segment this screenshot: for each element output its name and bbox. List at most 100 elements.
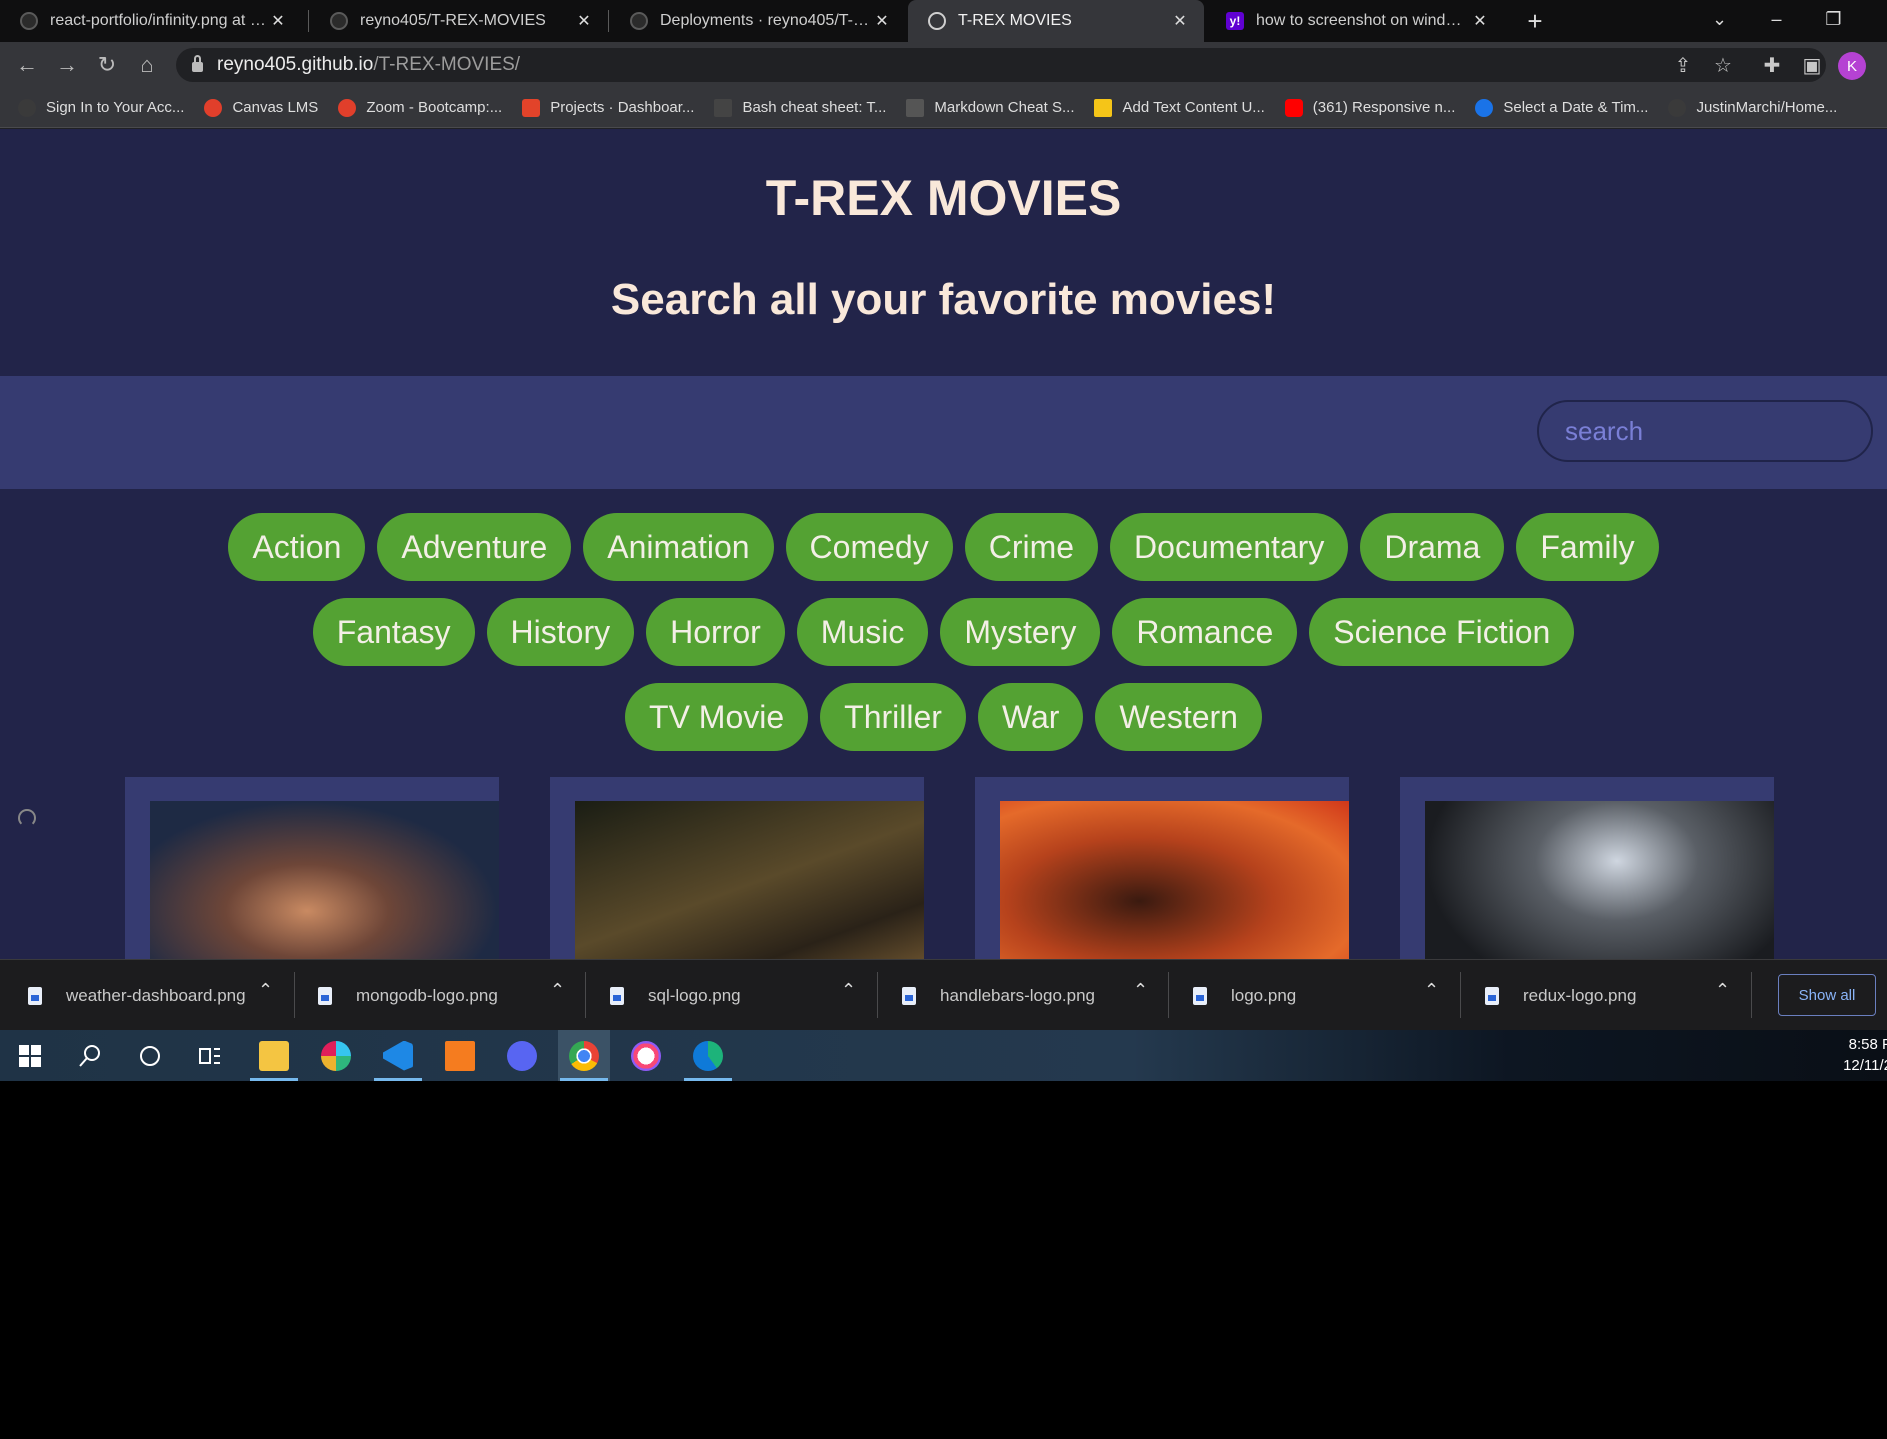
task-view-icon[interactable] xyxy=(184,1030,236,1081)
chevron-up-icon[interactable]: ⌃ xyxy=(1133,980,1148,1001)
restore-button[interactable]: ❐ xyxy=(1805,0,1862,38)
download-item[interactable]: sql-logo.png xyxy=(610,960,741,1031)
tab-title: react-portfolio/infinity.png at ma xyxy=(50,12,268,29)
forward-button[interactable]: → xyxy=(52,50,82,80)
genre-button-fantasy[interactable]: Fantasy xyxy=(312,598,475,666)
movie-poster[interactable] xyxy=(575,801,924,959)
chrome-icon[interactable] xyxy=(558,1030,610,1081)
windows-taskbar: 8:58 P 12/11/2 xyxy=(0,1030,1887,1081)
minimize-button[interactable]: – xyxy=(1748,0,1805,38)
movie-card[interactable] xyxy=(550,777,924,959)
bookmark-zoom[interactable]: Zoom - Bootcamp:... xyxy=(338,98,502,117)
file-explorer-icon[interactable] xyxy=(248,1030,300,1081)
bookmark-text-content[interactable]: Add Text Content U... xyxy=(1094,98,1265,117)
cortana-icon[interactable] xyxy=(124,1030,176,1081)
genre-button-comedy[interactable]: Comedy xyxy=(785,513,953,581)
chevron-up-icon[interactable]: ⌃ xyxy=(841,980,856,1001)
genre-button-science-fiction[interactable]: Science Fiction xyxy=(1309,598,1575,666)
download-separator xyxy=(294,972,295,1018)
tab-trex-repo[interactable]: reyno405/T-REX-MOVIES ✕ xyxy=(310,0,608,42)
genre-button-romance[interactable]: Romance xyxy=(1112,598,1298,666)
genre-button-documentary[interactable]: Documentary xyxy=(1110,513,1349,581)
search-input[interactable] xyxy=(1537,400,1873,462)
close-icon[interactable]: ✕ xyxy=(574,11,594,31)
bookmark-bash[interactable]: Bash cheat sheet: T... xyxy=(714,98,886,117)
genre-button-war[interactable]: War xyxy=(977,683,1084,751)
reload-button[interactable]: ↻ xyxy=(92,50,122,80)
download-item[interactable]: redux-logo.png xyxy=(1485,960,1636,1031)
close-icon[interactable]: ✕ xyxy=(1470,11,1490,31)
bookmark-sign-in[interactable]: Sign In to Your Acc... xyxy=(18,98,184,117)
back-button[interactable]: ← xyxy=(12,50,42,80)
download-item[interactable]: logo.png xyxy=(1193,960,1296,1031)
tab-search-button[interactable]: ⌄ xyxy=(1691,0,1748,38)
extensions-icon[interactable]: ✚ xyxy=(1757,50,1787,80)
lock-icon[interactable] xyxy=(192,55,203,72)
movie-poster[interactable] xyxy=(150,801,499,959)
genre-button-music[interactable]: Music xyxy=(796,598,929,666)
system-clock[interactable]: 8:58 P 12/11/2 xyxy=(1832,1034,1887,1076)
home-button[interactable]: ⌂ xyxy=(132,50,162,80)
download-filename: logo.png xyxy=(1231,985,1297,1005)
bookmark-label: Canvas LMS xyxy=(232,99,319,116)
bookmark-label: Add Text Content U... xyxy=(1122,99,1265,116)
close-icon[interactable]: ✕ xyxy=(268,11,288,31)
bookmark-label: Select a Date & Tim... xyxy=(1503,99,1649,116)
tab-deployments[interactable]: Deployments · reyno405/T-REX-M ✕ xyxy=(610,0,906,42)
profile-avatar[interactable]: K xyxy=(1838,52,1866,80)
address-bar[interactable]: reyno405.github.io/T-REX-MOVIES/ xyxy=(176,48,1826,82)
vscode-icon[interactable] xyxy=(372,1030,424,1081)
bookmark-calendly[interactable]: Select a Date & Tim... xyxy=(1475,98,1649,117)
genre-button-crime[interactable]: Crime xyxy=(964,513,1099,581)
chevron-up-icon[interactable]: ⌃ xyxy=(258,980,273,1001)
tab-yahoo-search[interactable]: y! how to screenshot on windows - ✕ xyxy=(1206,0,1504,42)
genre-button-horror[interactable]: Horror xyxy=(646,598,785,666)
genre-button-animation[interactable]: Animation xyxy=(583,513,774,581)
movie-card[interactable] xyxy=(125,777,499,959)
clock-date: 12/11/2 xyxy=(1843,1057,1887,1074)
chevron-up-icon[interactable]: ⌃ xyxy=(1715,980,1730,1001)
side-panel-icon[interactable]: ▣ xyxy=(1797,50,1827,80)
bookmark-canvas[interactable]: Canvas LMS xyxy=(204,98,319,117)
genre-button-adventure[interactable]: Adventure xyxy=(377,513,572,581)
new-tab-button[interactable]: + xyxy=(1518,4,1552,38)
genre-button-history[interactable]: History xyxy=(486,598,635,666)
movie-poster[interactable] xyxy=(1425,801,1774,959)
show-all-downloads-button[interactable]: Show all xyxy=(1778,974,1876,1016)
tab-trex-movies[interactable]: T-REX MOVIES ✕ xyxy=(908,0,1204,42)
itunes-icon[interactable] xyxy=(620,1030,672,1081)
tab-title: Deployments · reyno405/T-REX-M xyxy=(660,12,872,29)
search-icon[interactable] xyxy=(64,1030,116,1081)
chevron-up-icon[interactable]: ⌃ xyxy=(550,980,565,1001)
genre-button-family[interactable]: Family xyxy=(1516,513,1659,581)
windows-start-icon[interactable] xyxy=(4,1030,56,1081)
genre-button-western[interactable]: Western xyxy=(1095,683,1262,751)
close-icon[interactable]: ✕ xyxy=(1170,11,1190,31)
genre-button-mystery[interactable]: Mystery xyxy=(940,598,1101,666)
app-icon[interactable] xyxy=(434,1030,486,1081)
download-item[interactable]: handlebars-logo.png xyxy=(902,960,1095,1031)
bookmark-markdown[interactable]: Markdown Cheat S... xyxy=(906,98,1075,117)
bookmark-label: Markdown Cheat S... xyxy=(934,99,1075,116)
bookmark-youtube[interactable]: (361) Responsive n... xyxy=(1284,98,1455,117)
download-filename: weather-dashboard.png xyxy=(66,985,246,1005)
discord-icon[interactable] xyxy=(496,1030,548,1081)
genre-button-tv-movie[interactable]: TV Movie xyxy=(625,683,809,751)
bookmark-star-icon[interactable]: ☆ xyxy=(1708,50,1738,80)
genre-button-thriller[interactable]: Thriller xyxy=(820,683,966,751)
chevron-up-icon[interactable]: ⌃ xyxy=(1424,980,1439,1001)
movie-card[interactable] xyxy=(1400,777,1774,959)
genre-button-action[interactable]: Action xyxy=(228,513,366,581)
download-item[interactable]: mongodb-logo.png xyxy=(318,960,498,1031)
close-icon[interactable]: ✕ xyxy=(872,11,892,31)
share-icon[interactable]: ⇪ xyxy=(1668,50,1698,80)
download-item[interactable]: weather-dashboard.png xyxy=(28,960,246,1031)
tab-react-portfolio[interactable]: react-portfolio/infinity.png at ma ✕ xyxy=(0,0,302,42)
genre-button-drama[interactable]: Drama xyxy=(1360,513,1505,581)
movie-card[interactable] xyxy=(975,777,1349,959)
edge-icon[interactable] xyxy=(682,1030,734,1081)
bookmark-justinmarchi[interactable]: JustinMarchi/Home... xyxy=(1668,98,1837,117)
movie-poster[interactable] xyxy=(1000,801,1349,959)
bookmark-projects[interactable]: Projects · Dashboar... xyxy=(522,98,694,117)
slack-icon[interactable] xyxy=(310,1030,362,1081)
